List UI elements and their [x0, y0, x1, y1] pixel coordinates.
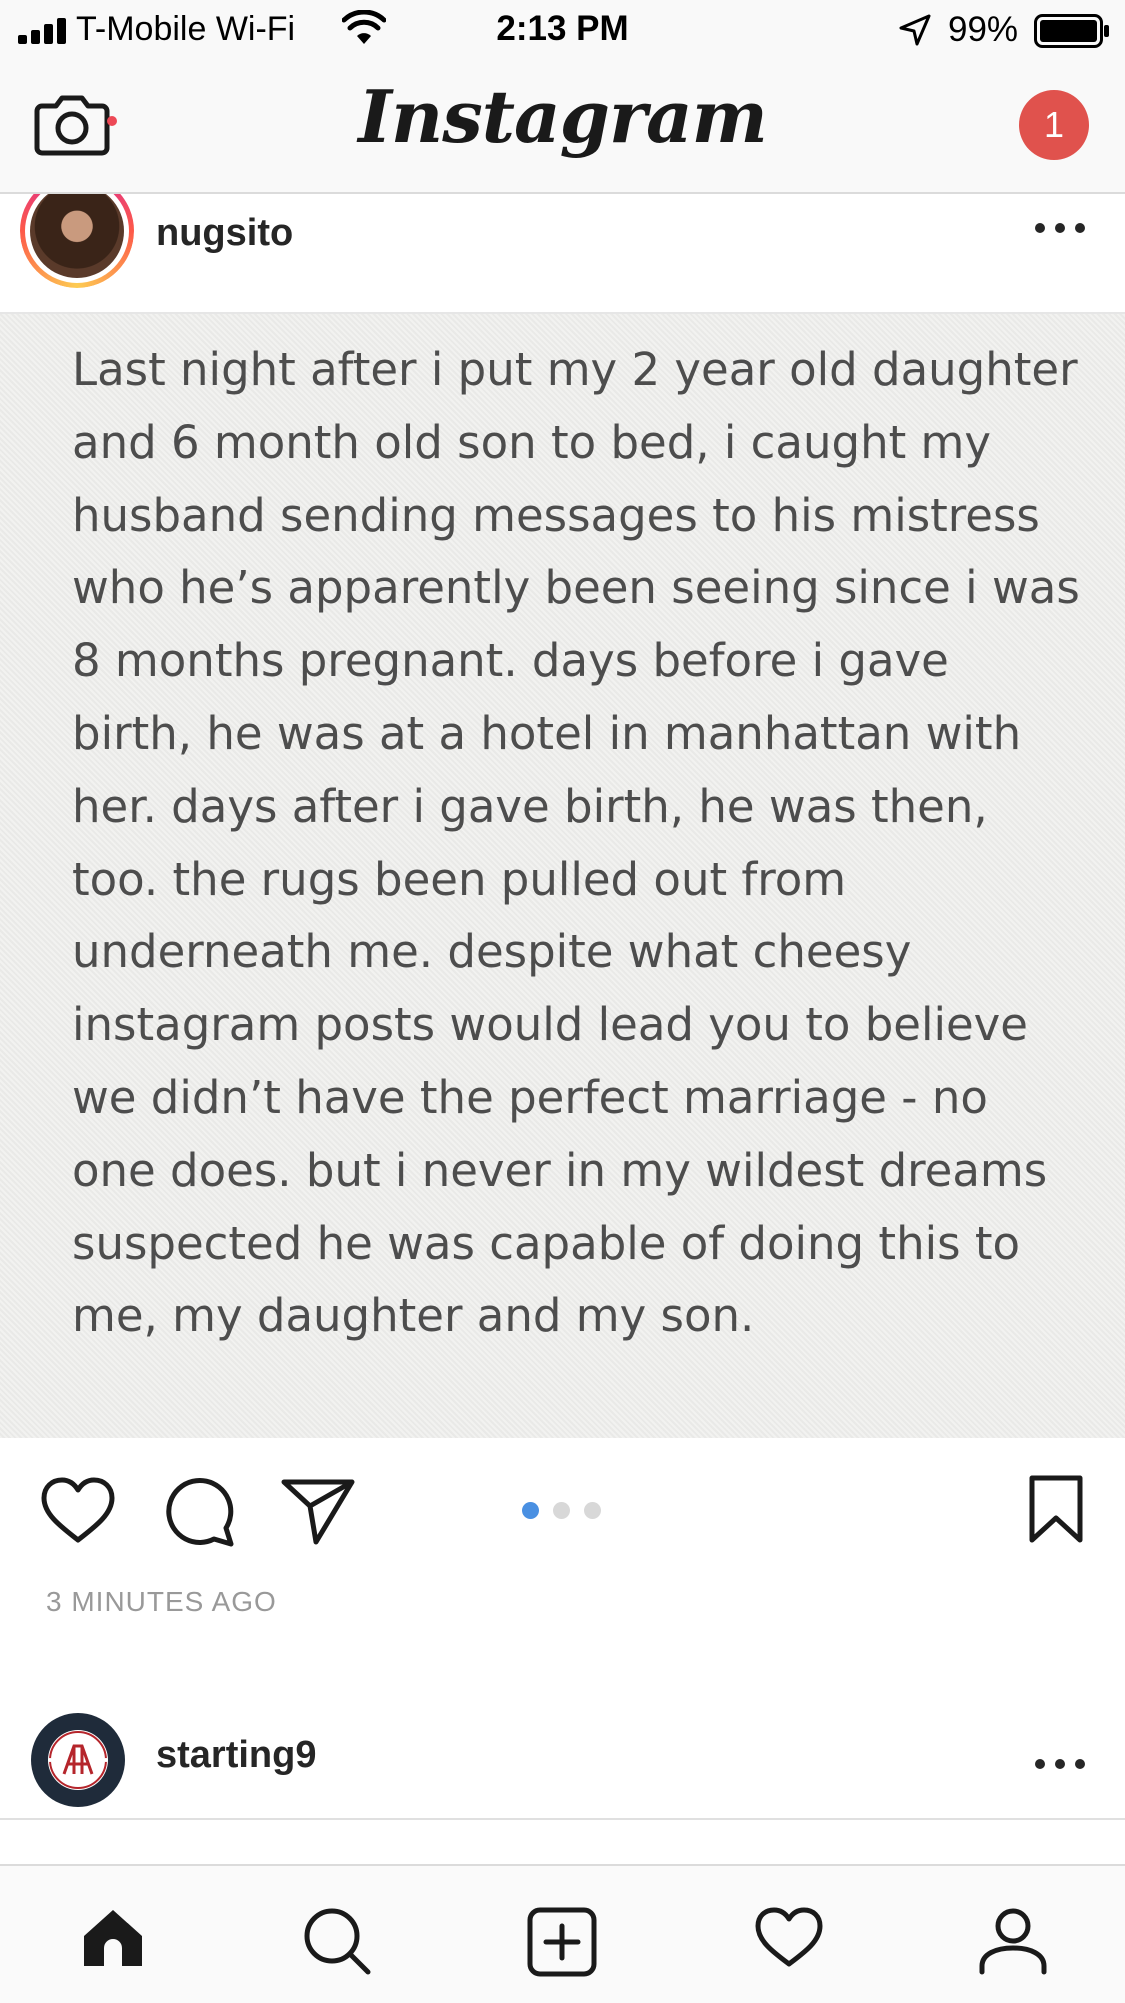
- next-post-header: starting9: [0, 1690, 1125, 1820]
- nav-bar: Instagram 1: [0, 62, 1125, 194]
- location-icon: [899, 14, 931, 46]
- post-timestamp: 3 MINUTES AGO: [46, 1586, 277, 1617]
- carousel-dot: [584, 1502, 601, 1519]
- more-options-icon[interactable]: [1034, 222, 1086, 234]
- carousel-dot-active: [522, 1502, 539, 1519]
- more-options-icon[interactable]: [1034, 1758, 1086, 1770]
- carousel-dot: [553, 1502, 570, 1519]
- bookmark-icon[interactable]: [1028, 1474, 1084, 1544]
- instagram-logo: Instagram: [358, 74, 768, 159]
- post-header: nugsito: [0, 194, 1125, 314]
- add-icon[interactable]: [526, 1906, 598, 1978]
- home-icon[interactable]: [78, 1906, 148, 1970]
- avatar[interactable]: [20, 194, 134, 288]
- activity-icon[interactable]: [754, 1906, 824, 1970]
- profile-icon[interactable]: [978, 1906, 1048, 1976]
- post-username[interactable]: nugsito: [156, 212, 293, 255]
- tab-bar: [0, 1864, 1125, 2003]
- post-image-text: Last night after i put my 2 year old dau…: [72, 343, 1080, 1343]
- share-icon[interactable]: [280, 1476, 356, 1546]
- comment-icon[interactable]: [164, 1476, 236, 1548]
- direct-messages-badge[interactable]: 1: [1019, 90, 1089, 160]
- post-actions: [0, 1438, 1125, 1558]
- avatar[interactable]: [30, 1712, 126, 1808]
- status-bar: T-Mobile Wi-Fi 2:13 PM 99%: [0, 0, 1125, 62]
- carousel-indicator: [522, 1502, 602, 1520]
- search-icon[interactable]: [302, 1906, 372, 1976]
- notification-dot: [107, 116, 117, 126]
- heart-icon[interactable]: [40, 1476, 116, 1546]
- next-post-username[interactable]: starting9: [156, 1734, 316, 1777]
- post-image[interactable]: Last night after i put my 2 year old dau…: [0, 314, 1125, 1438]
- battery-icon: [1034, 14, 1109, 48]
- battery-percentage: 99%: [948, 10, 1019, 49]
